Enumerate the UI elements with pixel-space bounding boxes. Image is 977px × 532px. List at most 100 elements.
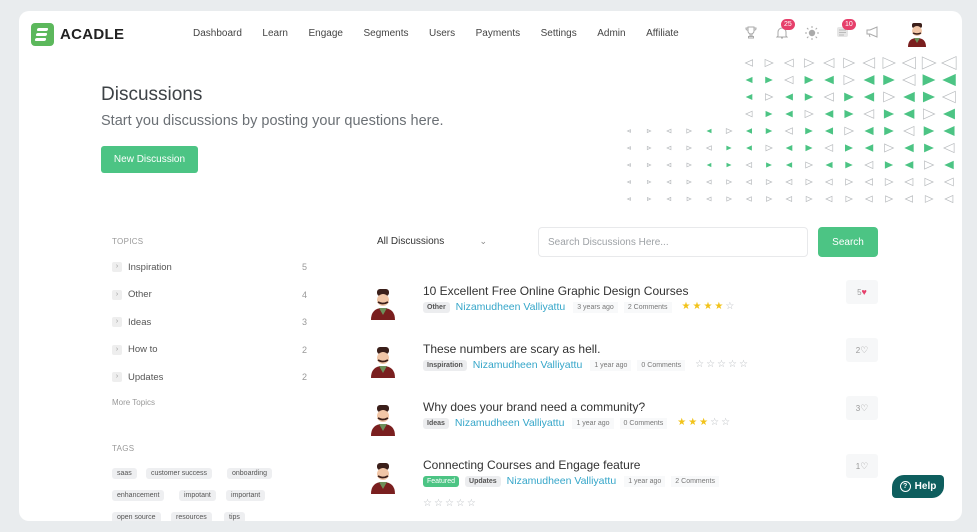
- app-window: ACADLE Dashboard Learn Engage Segments U…: [19, 11, 962, 521]
- help-button[interactable]: ? Help: [892, 475, 944, 498]
- tag-chip[interactable]: important: [226, 490, 266, 501]
- discussion-title[interactable]: Connecting Courses and Engage feature: [423, 458, 640, 472]
- nav-engage[interactable]: Engage: [309, 28, 343, 39]
- star-icon[interactable]: ☆: [423, 499, 432, 509]
- star-icon[interactable]: ★: [703, 302, 712, 312]
- sun-icon[interactable]: [805, 26, 819, 40]
- author-link[interactable]: Nizamudheen Valliyattu: [456, 301, 566, 313]
- tag-chip[interactable]: tips: [224, 512, 245, 521]
- nav-segments[interactable]: Segments: [363, 28, 408, 39]
- like-button[interactable]: 3♡: [846, 396, 878, 420]
- star-icon[interactable]: ☆: [706, 360, 715, 370]
- nav-settings[interactable]: Settings: [541, 28, 577, 39]
- star-icon[interactable]: ★: [677, 418, 686, 428]
- notifications-button[interactable]: 25: [775, 19, 795, 40]
- pattern-triangle: [764, 58, 774, 68]
- star-icon[interactable]: ★: [699, 418, 708, 428]
- trophy-icon[interactable]: [744, 26, 758, 40]
- star-icon[interactable]: ★: [714, 302, 723, 312]
- author-avatar[interactable]: [369, 288, 397, 320]
- comment-count[interactable]: 2 Comments: [671, 475, 719, 487]
- more-topics-link[interactable]: More Topics: [112, 398, 155, 407]
- star-icon[interactable]: ☆: [721, 418, 730, 428]
- tag-chip[interactable]: resources: [171, 512, 212, 521]
- like-button[interactable]: 2♡: [846, 338, 878, 362]
- topic-item[interactable]: › Updates 2: [112, 369, 307, 385]
- tag-chip[interactable]: enhancement: [112, 490, 165, 501]
- pattern-triangle: [726, 145, 732, 151]
- author-link[interactable]: Nizamudheen Valliyattu: [455, 417, 565, 429]
- author-link[interactable]: Nizamudheen Valliyattu: [507, 475, 617, 487]
- search-button[interactable]: Search: [818, 227, 878, 257]
- pattern-triangle: [884, 126, 894, 136]
- topic-item[interactable]: › Other 4: [112, 287, 307, 303]
- discussion-filter-dropdown[interactable]: All Discussions ⌄: [377, 236, 487, 247]
- user-avatar[interactable]: [906, 22, 928, 47]
- star-icon[interactable]: ☆: [695, 360, 704, 370]
- pattern-triangle: [943, 142, 955, 154]
- brand-logo[interactable]: ACADLE: [31, 23, 124, 46]
- tag-chip[interactable]: onboarding: [227, 468, 273, 479]
- topic-label: Ideas: [128, 316, 152, 328]
- nav-dashboard[interactable]: Dashboard: [193, 28, 242, 39]
- pattern-triangle: [864, 160, 874, 170]
- star-icon[interactable]: ☆: [717, 360, 726, 370]
- topic-badge[interactable]: Inspiration: [423, 359, 467, 371]
- star-icon[interactable]: ☆: [710, 418, 719, 428]
- post-time: 1 year ago: [572, 417, 614, 429]
- star-icon[interactable]: ★: [682, 302, 691, 312]
- heart-icon: ♡: [860, 461, 869, 471]
- pattern-triangle: [823, 92, 834, 102]
- author-avatar[interactable]: [369, 462, 397, 494]
- star-icon[interactable]: ☆: [725, 302, 734, 312]
- star-icon[interactable]: ☆: [445, 499, 454, 509]
- nav-learn[interactable]: Learn: [262, 28, 288, 39]
- star-icon[interactable]: ☆: [728, 360, 737, 370]
- author-avatar[interactable]: [369, 346, 397, 378]
- star-icon[interactable]: ☆: [434, 499, 443, 509]
- messages-button[interactable]: 10: [836, 19, 856, 40]
- discussion-title[interactable]: Why does your brand need a community?: [423, 400, 645, 414]
- star-icon[interactable]: ☆: [456, 499, 465, 509]
- author-link[interactable]: Nizamudheen Valliyattu: [473, 359, 583, 371]
- discussion-title[interactable]: These numbers are scary as hell.: [423, 342, 600, 356]
- new-discussion-button[interactable]: New Discussion: [101, 146, 198, 173]
- comment-count[interactable]: 2 Comments: [623, 301, 672, 313]
- nav-admin[interactable]: Admin: [597, 28, 625, 39]
- tag-chip[interactable]: saas: [112, 468, 137, 479]
- nav-affiliate[interactable]: Affiliate: [646, 28, 679, 39]
- nav-users[interactable]: Users: [429, 28, 455, 39]
- featured-badge[interactable]: Featured: [423, 475, 460, 487]
- topic-item[interactable]: › Inspiration 5: [112, 259, 307, 275]
- topic-badge[interactable]: Other: [423, 301, 450, 313]
- search-discussions-input[interactable]: [538, 227, 808, 257]
- pattern-triangle: [745, 196, 752, 202]
- megaphone-icon[interactable]: [866, 26, 880, 40]
- discussion-meta: Ideas Nizamudheen Valliyattu 1 year ago …: [423, 417, 730, 429]
- pattern-triangle: [725, 127, 733, 135]
- filter-selected-value: All Discussions: [377, 236, 445, 247]
- star-icon[interactable]: ☆: [467, 499, 476, 509]
- tag-chip[interactable]: impotant: [179, 490, 216, 501]
- star-icon[interactable]: ★: [688, 418, 697, 428]
- star-icon[interactable]: ☆: [739, 360, 748, 370]
- topic-badge[interactable]: Updates: [465, 475, 501, 487]
- pattern-triangle: [884, 178, 894, 186]
- like-button[interactable]: 5♥: [846, 280, 878, 304]
- pattern-triangle: [746, 145, 752, 151]
- like-button[interactable]: 1♡: [846, 454, 878, 478]
- nav-payments[interactable]: Payments: [476, 28, 520, 39]
- topic-label: Updates: [128, 371, 164, 383]
- comment-count[interactable]: 0 Comments: [637, 359, 686, 371]
- decorative-triangle-pattern: [626, 56, 957, 204]
- pattern-triangle: [845, 161, 853, 169]
- author-avatar[interactable]: [369, 404, 397, 436]
- topic-badge[interactable]: Ideas: [423, 417, 449, 429]
- topic-item[interactable]: › How to 2: [112, 342, 307, 358]
- discussion-title[interactable]: 10 Excellent Free Online Graphic Design …: [423, 284, 688, 298]
- tag-chip[interactable]: open source: [112, 512, 161, 521]
- star-icon[interactable]: ★: [692, 302, 701, 312]
- tag-chip[interactable]: customer success: [146, 468, 213, 479]
- comment-count[interactable]: 0 Comments: [619, 417, 668, 429]
- topic-item[interactable]: › Ideas 3: [112, 314, 307, 330]
